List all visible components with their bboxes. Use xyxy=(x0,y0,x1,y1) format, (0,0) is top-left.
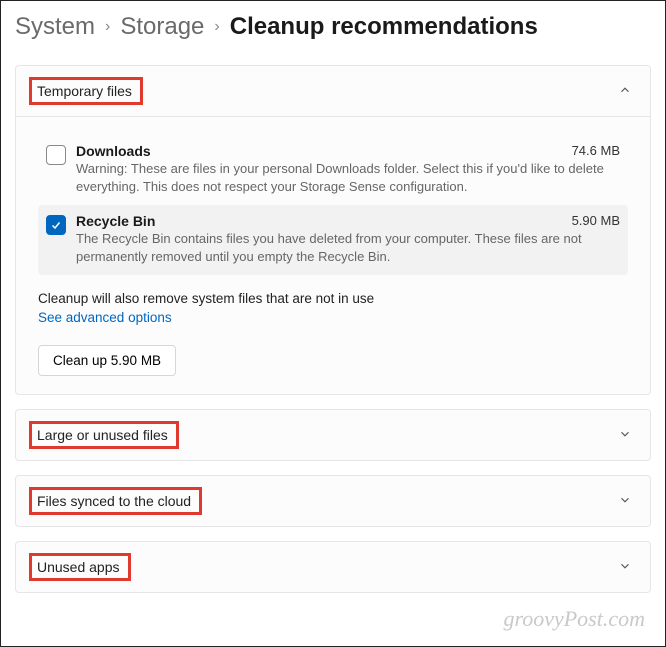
clean-up-button[interactable]: Clean up 5.90 MB xyxy=(38,345,176,376)
section-title: Files synced to the cloud xyxy=(29,487,202,515)
chevron-down-icon xyxy=(618,427,632,444)
item-title: Downloads xyxy=(76,143,151,159)
item-description: Warning: These are files in your persona… xyxy=(76,160,620,195)
section-header-files-synced-cloud[interactable]: Files synced to the cloud xyxy=(16,476,650,526)
chevron-right-icon: › xyxy=(105,18,110,36)
chevron-down-icon xyxy=(618,493,632,510)
section-header-large-unused-files[interactable]: Large or unused files xyxy=(16,410,650,460)
breadcrumb-storage[interactable]: Storage xyxy=(120,13,204,41)
section-title: Large or unused files xyxy=(29,421,179,449)
section-files-synced-cloud: Files synced to the cloud xyxy=(15,475,651,527)
section-large-unused-files: Large or unused files xyxy=(15,409,651,461)
item-title: Recycle Bin xyxy=(76,213,155,229)
section-title: Unused apps xyxy=(29,553,131,581)
section-title: Temporary files xyxy=(29,77,143,105)
chevron-down-icon xyxy=(618,559,632,576)
section-temporary-files: Temporary files Downloads 74.6 MB Warnin… xyxy=(15,65,651,395)
item-description: The Recycle Bin contains files you have … xyxy=(76,230,620,265)
checkbox-downloads[interactable] xyxy=(46,145,66,165)
section-header-unused-apps[interactable]: Unused apps xyxy=(16,542,650,592)
breadcrumb: System › Storage › Cleanup recommendatio… xyxy=(15,9,651,51)
see-advanced-options-link[interactable]: See advanced options xyxy=(38,310,172,325)
page-title: Cleanup recommendations xyxy=(230,13,538,41)
item-size: 74.6 MB xyxy=(572,143,620,159)
watermark: groovyPost.com xyxy=(503,606,645,632)
breadcrumb-system[interactable]: System xyxy=(15,13,95,41)
chevron-right-icon: › xyxy=(214,18,219,36)
checkbox-recycle-bin[interactable] xyxy=(46,215,66,235)
section-header-temporary-files[interactable]: Temporary files xyxy=(16,66,650,116)
cleanup-item-downloads[interactable]: Downloads 74.6 MB Warning: These are fil… xyxy=(38,135,628,205)
chevron-up-icon xyxy=(618,83,632,100)
section-body-temporary-files: Downloads 74.6 MB Warning: These are fil… xyxy=(16,116,650,394)
item-size: 5.90 MB xyxy=(572,213,620,229)
cleanup-note: Cleanup will also remove system files th… xyxy=(38,291,628,306)
cleanup-item-recycle-bin[interactable]: Recycle Bin 5.90 MB The Recycle Bin cont… xyxy=(38,205,628,275)
section-unused-apps: Unused apps xyxy=(15,541,651,593)
